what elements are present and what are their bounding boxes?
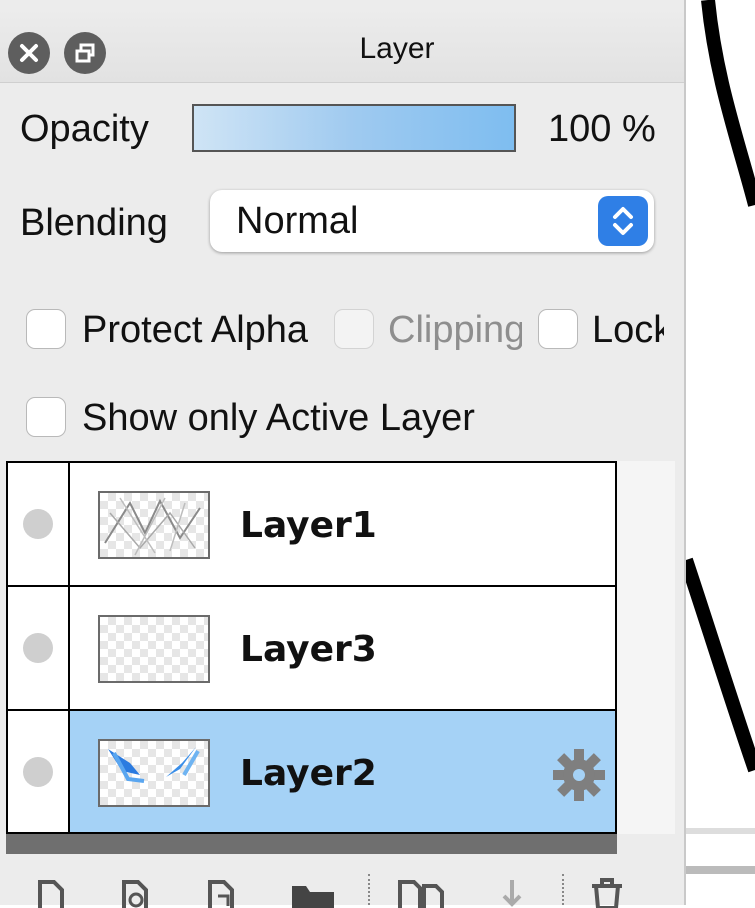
new-layer-icon[interactable]	[36, 878, 66, 908]
layer-name: Layer2	[240, 753, 377, 794]
folder-icon[interactable]	[290, 878, 336, 908]
duplicate-layer-icon[interactable]	[398, 878, 446, 908]
visibility-toggle[interactable]	[8, 587, 70, 709]
protect-alpha-checkbox[interactable]	[26, 309, 66, 349]
new-layer-alt-icon[interactable]	[206, 878, 240, 908]
panel-titlebar[interactable]: Layer	[0, 8, 684, 83]
clipping-checkbox[interactable]	[334, 309, 374, 349]
visibility-toggle[interactable]	[8, 711, 70, 832]
drawing-canvas[interactable]	[686, 0, 755, 905]
select-stepper-icon	[598, 196, 648, 246]
new-layer-copy-icon[interactable]	[120, 878, 154, 908]
layer-thumbnail	[98, 491, 210, 559]
layer-row[interactable]: Layer3	[8, 587, 615, 711]
merge-down-icon[interactable]	[500, 878, 524, 908]
opacity-slider[interactable]	[192, 104, 516, 152]
toolbar-separator	[368, 874, 370, 905]
layer-name: Layer3	[240, 629, 377, 670]
trash-icon[interactable]	[590, 878, 624, 908]
opacity-value: 100 %	[548, 108, 656, 150]
opacity-label: Opacity	[20, 108, 149, 150]
clipping-label: Clipping	[388, 309, 522, 351]
layer-list-footer	[6, 834, 617, 854]
lock-label: Lock	[592, 309, 664, 351]
show-only-active-checkbox[interactable]	[26, 397, 66, 437]
layer-toolbar	[0, 858, 684, 908]
layer-panel: Layer Opacity 100 % Blending Normal Prot…	[0, 0, 686, 908]
layer-thumbnail	[98, 615, 210, 683]
blending-select[interactable]: Normal	[210, 190, 654, 252]
layer-thumbnail	[98, 739, 210, 807]
layer-row[interactable]: Layer1	[8, 463, 615, 587]
layer-name: Layer1	[240, 505, 377, 546]
opacity-fill	[194, 106, 514, 150]
layer-list: Layer1 Layer3 Layer2	[6, 461, 617, 834]
toolbar-separator	[562, 874, 564, 905]
protect-alpha-label: Protect Alpha	[82, 309, 309, 351]
visibility-toggle[interactable]	[8, 463, 70, 585]
blending-value: Normal	[236, 200, 359, 242]
lock-checkbox[interactable]	[538, 309, 578, 349]
layer-list-scroll-gutter[interactable]	[617, 461, 675, 834]
blending-label: Blending	[20, 202, 168, 244]
visibility-dot-icon	[23, 633, 53, 663]
visibility-dot-icon	[23, 757, 53, 787]
show-only-active-label: Show only Active Layer	[82, 397, 475, 439]
visibility-dot-icon	[23, 509, 53, 539]
layer-row-selected[interactable]: Layer2	[8, 711, 615, 832]
panel-title: Layer	[359, 32, 435, 65]
gear-icon[interactable]	[551, 747, 607, 803]
